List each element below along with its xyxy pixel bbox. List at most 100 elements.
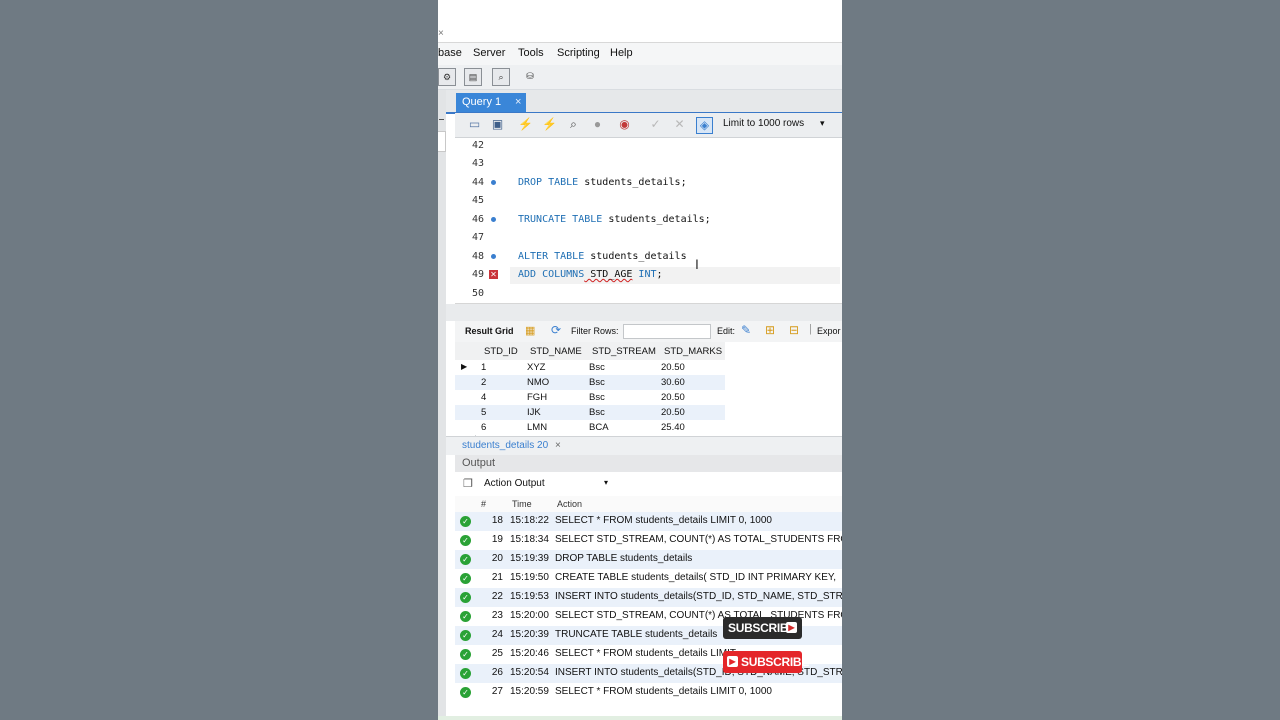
cell-std-stream[interactable]: Bsc (589, 392, 605, 403)
cell-std-name[interactable]: FGH (527, 392, 547, 403)
cell-std-marks[interactable]: 20.50 (661, 362, 685, 373)
cell-std-name[interactable]: XYZ (527, 362, 545, 373)
code-line[interactable]: DROP TABLE students_details; (518, 177, 687, 188)
cell-std-marks[interactable]: 20.50 (661, 392, 685, 403)
list-item[interactable]: ✓ 21 15:19:50 CREATE TABLE students_deta… (455, 569, 842, 588)
log-time: 15:20:54 (510, 667, 549, 678)
column-header[interactable]: STD_MARKS (664, 346, 722, 357)
line-number: 42 (472, 140, 485, 151)
save-icon[interactable]: ▣ (490, 117, 505, 132)
result-tab-close-icon[interactable]: × (555, 440, 561, 451)
table-row[interactable]: ▶ 1 XYZ Bsc 20.50 (455, 360, 725, 375)
output-type-select[interactable]: Action Output (484, 478, 545, 489)
cell-std-id[interactable]: 1 (481, 362, 486, 373)
sql-text: students_details; (578, 177, 687, 188)
log-time: 15:18:22 (510, 515, 549, 526)
cell-std-marks[interactable]: 20.50 (661, 407, 685, 418)
menu-help[interactable]: Help (610, 47, 633, 59)
open-file-icon[interactable]: ▭ (467, 117, 482, 132)
tab-close-icon[interactable]: × (515, 96, 521, 108)
log-number: 20 (491, 553, 503, 564)
cell-std-name[interactable]: NMO (527, 377, 549, 388)
sql-keyword: ALTER TABLE (518, 251, 585, 262)
execute-current-icon[interactable]: ⚡ (542, 117, 557, 132)
cell-std-stream[interactable]: BCA (589, 422, 609, 433)
toggle-error-icon[interactable]: ◉ (617, 117, 632, 132)
log-number: 23 (491, 610, 503, 621)
list-item[interactable]: ✓ 22 15:19:53 INSERT INTO students_detai… (455, 588, 842, 607)
cell-std-stream[interactable]: Bsc (589, 362, 605, 373)
filter-rows-input[interactable] (623, 324, 711, 339)
insert-row-icon[interactable]: ⊞ (765, 323, 775, 337)
cell-std-id[interactable]: 4 (481, 392, 486, 403)
subscribe-button-red[interactable]: ▶ SUBSCRIBE (723, 651, 809, 673)
column-header[interactable]: STD_STREAM (592, 346, 656, 357)
syntax-error-icon[interactable]: ✕ (489, 270, 498, 279)
list-item[interactable]: ✓ 18 15:18:22 SELECT * FROM students_det… (455, 512, 842, 531)
stop-icon[interactable]: ● (590, 117, 605, 132)
navigator-tab[interactable] (438, 131, 446, 152)
cell-std-name[interactable]: IJK (527, 407, 541, 418)
search-table-icon[interactable]: ⌕ (492, 68, 510, 86)
edit-row-icon[interactable]: ✎ (741, 323, 751, 337)
cell-std-marks[interactable]: 25.40 (661, 422, 685, 433)
list-item[interactable]: ✓ 27 15:20:59 SELECT * FROM students_det… (455, 683, 842, 702)
cell-std-marks[interactable]: 30.60 (661, 377, 685, 388)
menu-tools[interactable]: Tools (518, 47, 544, 59)
export-label[interactable]: Expor (817, 326, 841, 336)
sql-editor[interactable]: 42 43 44 DROP TABLE students_details; 45… (455, 138, 842, 304)
cell-std-id[interactable]: 5 (481, 407, 486, 418)
tab-query-1[interactable]: Query 1 × (456, 93, 526, 112)
subscribe-button-dark[interactable]: SUBSCRIBE ▶ (723, 617, 802, 639)
rollback-icon[interactable]: ✕ (672, 117, 687, 132)
autocommit-icon[interactable]: ◈ (696, 117, 713, 134)
line-number: 48 (472, 251, 485, 262)
cell-std-name[interactable]: LMN (527, 422, 547, 433)
commit-icon[interactable]: ✓ (648, 117, 663, 132)
cell-std-stream[interactable]: Bsc (589, 407, 605, 418)
play-icon: ▶ (727, 656, 738, 667)
table-row[interactable]: 5 IJK Bsc 20.50 (455, 405, 725, 420)
list-item[interactable]: ✓ 20 15:19:39 DROP TABLE students_detail… (455, 550, 842, 569)
log-action: INSERT INTO students_details(STD_ID, STD… (555, 591, 842, 602)
column-header[interactable]: STD_ID (484, 346, 518, 357)
sql-text-error: STD_AGE (584, 269, 633, 280)
code-line[interactable]: ADD COLUMNS STD_AGE INT; (518, 269, 663, 280)
table-row[interactable]: 2 NMO Bsc 30.60 (455, 375, 725, 390)
copy-icon[interactable]: ❐ (463, 477, 473, 490)
splitter[interactable] (446, 304, 842, 321)
table-row[interactable]: 4 FGH Bsc 20.50 (455, 390, 725, 405)
log-action: SELECT STD_STREAM, COUNT(*) AS TOTAL_STU… (555, 534, 842, 545)
chevron-down-icon[interactable]: ▾ (820, 118, 825, 129)
log-number: 26 (491, 667, 503, 678)
cell-std-stream[interactable]: Bsc (589, 377, 605, 388)
delete-row-icon[interactable]: ⊟ (789, 323, 799, 337)
row-pointer-icon: ▶ (461, 362, 468, 371)
schema-icon[interactable]: ⚙ (438, 68, 456, 86)
refresh-icon[interactable]: ⟳ (551, 323, 561, 337)
window-close-icon[interactable]: × (438, 28, 444, 39)
video-background-left (0, 0, 438, 720)
line-number: 43 (472, 158, 485, 169)
table-row[interactable]: 6 LMN BCA 25.40 (455, 420, 725, 435)
column-header[interactable]: STD_NAME (530, 346, 582, 357)
code-line[interactable]: TRUNCATE TABLE students_details; (518, 214, 711, 225)
menu-database[interactable]: base (438, 47, 462, 59)
execute-icon[interactable]: ⚡ (518, 117, 533, 132)
list-item[interactable]: ✓ 19 15:18:34 SELECT STD_STREAM, COUNT(*… (455, 531, 842, 550)
menu-server[interactable]: Server (473, 47, 505, 59)
chevron-down-icon[interactable]: ▾ (604, 478, 608, 487)
line-number: 50 (472, 288, 485, 299)
output-column-headers: # Time Action (455, 496, 842, 513)
grid-view-icon[interactable]: ▦ (525, 324, 535, 337)
result-tab-students-details[interactable]: students_details 20 (462, 440, 548, 451)
menu-scripting[interactable]: Scripting (557, 47, 600, 59)
result-grid-label[interactable]: Result Grid (465, 326, 514, 336)
explain-icon[interactable]: ⌕ (566, 117, 581, 132)
cell-std-id[interactable]: 6 (481, 422, 486, 433)
reconnect-icon[interactable]: ⛁ (522, 68, 538, 84)
cell-std-id[interactable]: 2 (481, 377, 486, 388)
limit-rows-select[interactable]: Limit to 1000 rows (723, 118, 804, 129)
table-inspector-icon[interactable]: ▤ (464, 68, 482, 86)
code-line[interactable]: ALTER TABLE students_details (518, 251, 687, 262)
